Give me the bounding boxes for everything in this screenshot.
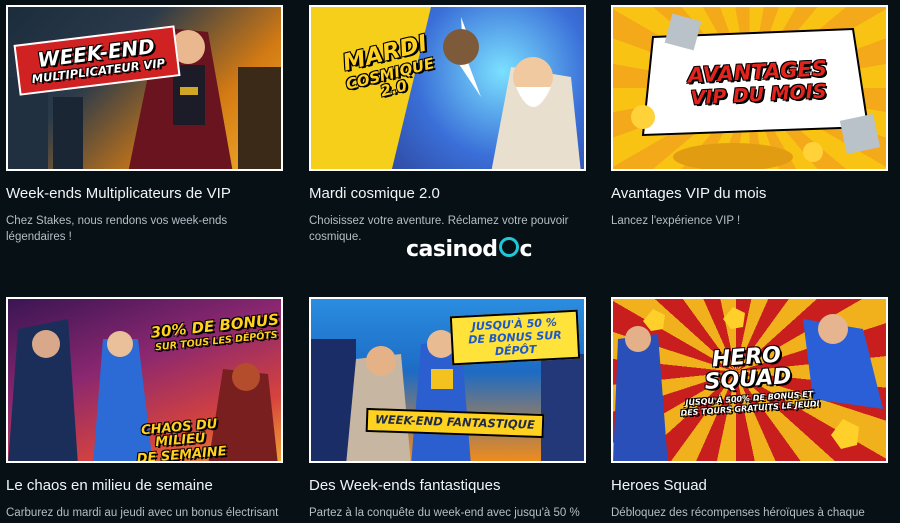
promo-banner-heroes-squad[interactable]: HERO SQUAD JUSQU'À 500% DE BONUS ET DES …	[611, 297, 888, 463]
promo-banner-weekends-fantastiques[interactable]: JUSQU'À 50 % DE BONUS SUR DÉPÔT WEEK-END…	[309, 297, 586, 463]
promo-title[interactable]: Le chaos en milieu de semaine	[6, 476, 283, 496]
promo-card-chaos-milieu-semaine[interactable]: 30% DE BONUS SUR TOUS LES DÉPÔTS CHAOS D…	[6, 297, 283, 521]
promo-description: Débloquez des récompenses héroïques à ch…	[611, 507, 865, 519]
promo-title[interactable]: Week-ends Multiplicateurs de VIP	[6, 184, 283, 204]
promo-card-mardi-cosmique[interactable]: MARDI COSMIQUE 2.0 Mardi cosmique 2.0 Ch…	[309, 5, 586, 245]
promo-description: Chez Stakes, nous rendons vos week-ends …	[6, 215, 228, 243]
casinodoc-watermark: casinod c	[406, 237, 533, 262]
promo-description: Partez à la conquête du week-end avec ju…	[309, 507, 580, 519]
promo-banner-vip-du-mois[interactable]: AVANTAGES VIP DU MOIS	[611, 5, 888, 171]
promo-title[interactable]: Heroes Squad	[611, 476, 888, 496]
promo-description: Lancez l'expérience VIP !	[611, 215, 741, 227]
banner-headline: HERO SQUAD JUSQU'À 500% DE BONUS ET DES …	[680, 342, 820, 418]
promo-description: Carburez du mardi au jeudi avec un bonus…	[6, 507, 279, 519]
promo-card-vip-weekends[interactable]: WEEK-END MULTIPLICATEUR VIP Week-ends Mu…	[6, 5, 283, 245]
promo-title[interactable]: Mardi cosmique 2.0	[309, 184, 586, 204]
promo-banner-vip-weekends[interactable]: WEEK-END MULTIPLICATEUR VIP	[6, 5, 283, 171]
promo-title[interactable]: Des Week-ends fantastiques	[309, 476, 586, 496]
banner-headline-bonus: JUSQU'À 50 % DE BONUS SUR DÉPÔT	[449, 309, 581, 366]
promo-banner-chaos-milieu-semaine[interactable]: 30% DE BONUS SUR TOUS LES DÉPÔTS CHAOS D…	[6, 297, 283, 463]
promo-card-weekends-fantastiques[interactable]: JUSQU'À 50 % DE BONUS SUR DÉPÔT WEEK-END…	[309, 297, 586, 521]
banner-headline: AVANTAGES VIP DU MOIS	[687, 56, 828, 110]
logo-o-icon	[498, 237, 519, 257]
promo-banner-mardi-cosmique[interactable]: MARDI COSMIQUE 2.0	[309, 5, 586, 171]
promo-title[interactable]: Avantages VIP du mois	[611, 184, 888, 204]
promo-card-heroes-squad[interactable]: HERO SQUAD JUSQU'À 500% DE BONUS ET DES …	[611, 297, 888, 521]
promo-card-vip-du-mois[interactable]: AVANTAGES VIP DU MOIS Avantages VIP du m…	[611, 5, 888, 229]
